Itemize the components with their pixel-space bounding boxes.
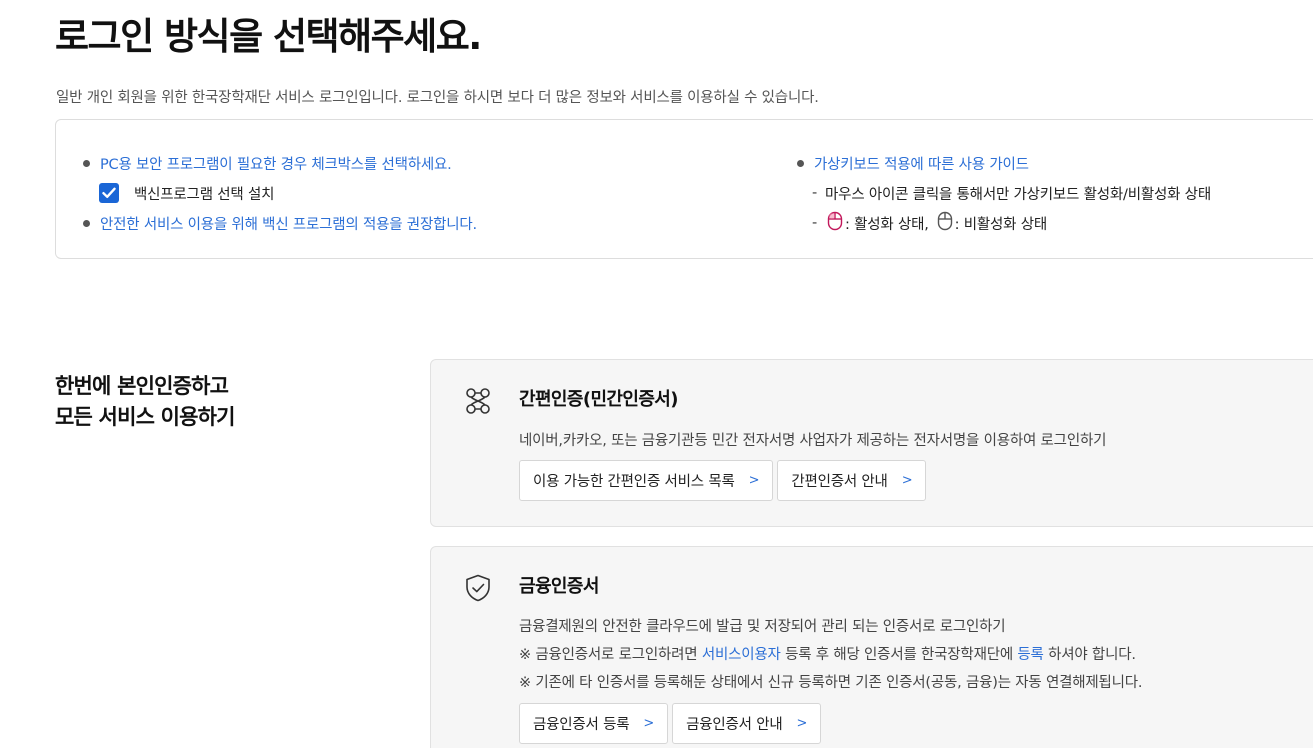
vaccine-checkbox-label[interactable]: 백신프로그램 선택 설치 bbox=[134, 183, 274, 204]
button-label: 이용 가능한 간편인증 서비스 목록 bbox=[533, 474, 735, 490]
notice-item: - : 활성화 상태, : 비활성화 상태 bbox=[797, 208, 1211, 238]
simple-auth-guide-button[interactable]: 간편인증서 안내 > bbox=[777, 460, 927, 501]
dash: - bbox=[812, 215, 818, 231]
financial-cert-title: 금융인증서 bbox=[519, 576, 599, 597]
simple-auth-card[interactable]: 간편인증(민간인증서) 네이버,카카오, 또는 금융기관등 민간 전자서명 사업… bbox=[430, 359, 1313, 527]
keyboard-guide-title[interactable]: 가상키보드 적용에 따른 사용 가이드 bbox=[814, 153, 1029, 174]
mouse-active-icon bbox=[827, 211, 843, 235]
button-label: 금융인증서 등록 bbox=[533, 717, 630, 733]
financial-cert-note2: ※ 기존에 타 인증서를 등록해둔 상태에서 신규 등록하면 기존 인증서(공동… bbox=[519, 675, 1143, 691]
financial-cert-info: 금융결제원의 안전한 클라우드에 발급 및 저장되어 관리 되는 인증서로 로그… bbox=[519, 613, 1143, 697]
financial-cert-buttons: 금융인증서 등록 > 금융인증서 안내 > bbox=[519, 703, 822, 744]
notice-item: PC용 보안 프로그램이 필요한 경우 체크박스를 선택하세요. bbox=[83, 148, 477, 178]
vaccine-recommend-text: 안전한 서비스 이용을 위해 백신 프로그램의 적용을 권장합니다. bbox=[100, 216, 477, 233]
vaccine-option[interactable]: 백신프로그램 선택 설치 bbox=[83, 178, 477, 208]
keyboard-inactive-label: : 비활성화 상태 bbox=[954, 216, 1048, 233]
simple-auth-buttons: 이용 가능한 간편인증 서비스 목록 > 간편인증서 안내 > bbox=[519, 460, 927, 501]
simple-auth-description: 네이버,카카오, 또는 금융기관등 민간 전자서명 사업자가 제공하는 전자서명… bbox=[519, 433, 1107, 449]
button-label: 금융인증서 안내 bbox=[686, 717, 783, 733]
page-title: 로그인 방식을 선택해주세요. bbox=[55, 15, 482, 58]
button-label: 간편인증서 안내 bbox=[791, 474, 888, 490]
financial-cert-guide-button[interactable]: 금융인증서 안내 > bbox=[672, 703, 822, 744]
service-user-link[interactable]: 서비스이용자 bbox=[702, 647, 781, 663]
dash: - bbox=[812, 185, 818, 201]
link-nodes-icon bbox=[463, 386, 493, 416]
chevron-right-icon: > bbox=[748, 473, 760, 488]
chevron-right-icon: > bbox=[901, 473, 913, 488]
keyboard-guide: 가상키보드 적용에 따른 사용 가이드 - 마우스 아이콘 클릭을 통해서만 가… bbox=[797, 148, 1211, 238]
security-notice: PC용 보안 프로그램이 필요한 경우 체크박스를 선택하세요. 백신프로그램 … bbox=[83, 148, 477, 238]
note-text: 하셔야 합니다. bbox=[1043, 647, 1136, 663]
simple-auth-service-list-button[interactable]: 이용 가능한 간편인증 서비스 목록 > bbox=[519, 460, 774, 501]
notice-box: PC용 보안 프로그램이 필요한 경우 체크박스를 선택하세요. 백신프로그램 … bbox=[55, 119, 1313, 259]
notice-item: - 마우스 아이콘 클릭을 통해서만 가상키보드 활성화/비활성화 상태 bbox=[797, 178, 1211, 208]
financial-cert-card[interactable]: 금융인증서 금융결제원의 안전한 클라우드에 발급 및 저장되어 관리 되는 인… bbox=[430, 546, 1313, 748]
bullet-icon bbox=[83, 159, 90, 167]
security-program-text: PC용 보안 프로그램이 필요한 경우 체크박스를 선택하세요. bbox=[100, 156, 452, 173]
shield-check-icon bbox=[463, 573, 493, 603]
chevron-right-icon: > bbox=[796, 716, 808, 731]
section-title-line1: 한번에 본인인증하고 bbox=[55, 374, 229, 398]
simple-auth-title: 간편인증(민간인증서) bbox=[519, 389, 679, 410]
keyboard-active-label: : 활성화 상태, bbox=[845, 216, 929, 233]
notice-item: 가상키보드 적용에 따른 사용 가이드 bbox=[797, 148, 1211, 178]
note-text: ※ 금융인증서로 로그인하려면 bbox=[519, 647, 702, 663]
section-title: 한번에 본인인증하고 모든 서비스 이용하기 bbox=[55, 371, 236, 433]
bullet-icon bbox=[83, 219, 90, 227]
keyboard-guide-line: 마우스 아이콘 클릭을 통해서만 가상키보드 활성화/비활성화 상태 bbox=[825, 186, 1211, 203]
section-title-line2: 모든 서비스 이용하기 bbox=[55, 405, 236, 429]
vaccine-checkbox[interactable] bbox=[99, 183, 119, 203]
checkmark-icon bbox=[102, 187, 116, 198]
bullet-icon bbox=[797, 159, 804, 167]
notice-item: 안전한 서비스 이용을 위해 백신 프로그램의 적용을 권장합니다. bbox=[83, 208, 477, 238]
financial-cert-note1: ※ 금융인증서로 로그인하려면 서비스이용자 등록 후 해당 인증서를 한국장학… bbox=[519, 641, 1142, 669]
financial-cert-description: 금융결제원의 안전한 클라우드에 발급 및 저장되어 관리 되는 인증서로 로그… bbox=[519, 619, 1006, 635]
page-description: 일반 개인 회원을 위한 한국장학재단 서비스 로그인입니다. 로그인을 하시면… bbox=[56, 90, 819, 106]
financial-cert-register-button[interactable]: 금융인증서 등록 > bbox=[519, 703, 669, 744]
note-text: 등록 후 해당 인증서를 한국장학재단에 bbox=[780, 647, 1018, 663]
mouse-inactive-icon bbox=[937, 211, 953, 235]
register-link[interactable]: 등록 bbox=[1017, 647, 1043, 663]
chevron-right-icon: > bbox=[643, 716, 655, 731]
